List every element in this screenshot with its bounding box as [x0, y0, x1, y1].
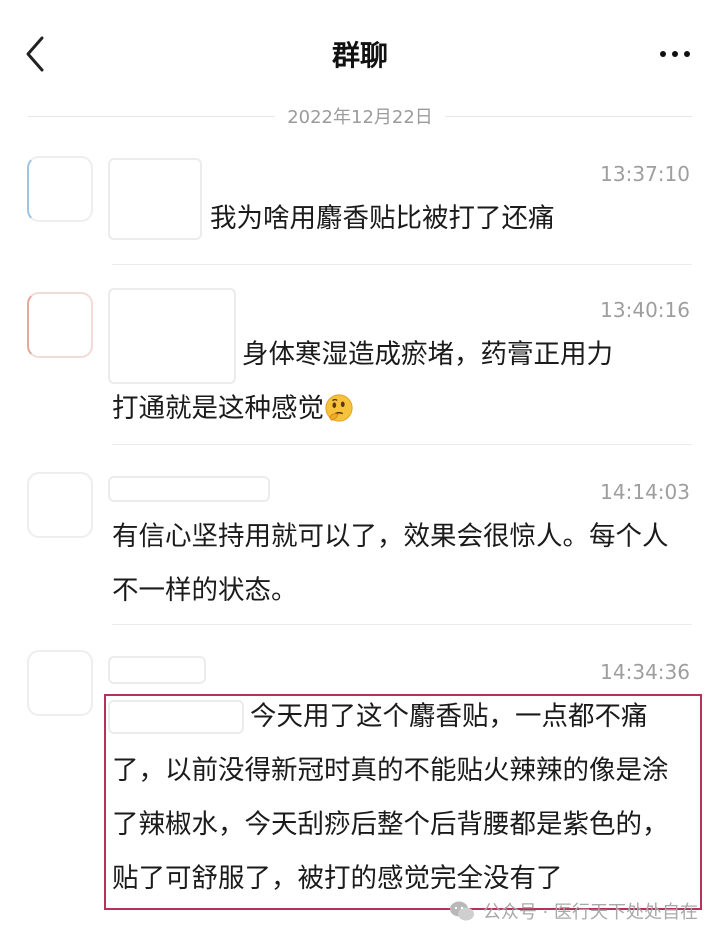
avatar[interactable] [27, 472, 93, 538]
avatar[interactable] [27, 292, 93, 358]
thinking-face-emoji [325, 394, 353, 422]
more-dots-icon [660, 51, 690, 57]
message-text: 身体寒湿造成瘀堵，药膏正用力 打通就是这种感觉 [112, 339, 613, 424]
avatar[interactable] [27, 650, 93, 716]
avatar[interactable] [27, 156, 93, 222]
watermark: 公众号 · 医行天下处处自在 [449, 898, 698, 924]
chat-header: 群聊 [0, 0, 720, 100]
sender-name-redacted [108, 476, 270, 502]
message-timestamp: 13:40:16 [600, 298, 690, 322]
message-timestamp: 14:14:03 [600, 480, 690, 504]
divider [112, 264, 692, 265]
message-text: 我为啥用麝香贴比被打了还痛 [210, 203, 555, 234]
more-options-button[interactable] [660, 40, 690, 68]
message-timestamp: 13:37:10 [600, 162, 690, 186]
divider [112, 624, 692, 625]
highlight-frame [104, 694, 702, 910]
watermark-text: 公众号 · 医行天下处处自在 [482, 902, 698, 923]
message-text: 有信心坚持用就可以了，效果会很惊人。每个人不一样的状态。 [112, 521, 669, 606]
date-separator: 2022年12月22日 [28, 104, 692, 128]
wechat-icon [449, 901, 474, 921]
divider [112, 444, 692, 445]
chat-title: 群聊 [331, 39, 388, 72]
message-timestamp: 14:34:36 [600, 660, 690, 684]
date-label: 2022年12月22日 [287, 107, 433, 128]
sender-name-redacted [108, 656, 206, 684]
